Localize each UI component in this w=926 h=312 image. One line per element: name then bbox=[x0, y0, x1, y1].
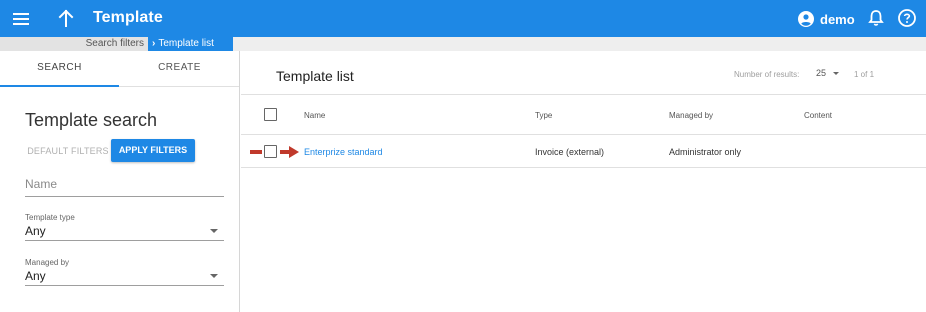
column-header-type[interactable]: Type bbox=[535, 111, 552, 120]
results-count-label: Number of results: bbox=[734, 70, 800, 79]
breadcrumb: Search filters › Template list bbox=[0, 37, 926, 51]
template-type-label: Template type bbox=[25, 213, 75, 222]
account-circle-icon bbox=[798, 11, 814, 27]
managed-by-value: Any bbox=[25, 269, 46, 283]
red-pointer-arrow-icon bbox=[250, 146, 299, 158]
template-type-value: Any bbox=[25, 224, 46, 238]
select-all-checkbox[interactable] bbox=[264, 108, 277, 121]
dropdown-caret-icon bbox=[833, 72, 840, 76]
bell-icon[interactable] bbox=[866, 8, 886, 28]
menu-icon[interactable] bbox=[13, 10, 31, 26]
list-title: Template list bbox=[276, 68, 354, 84]
managed-by-select[interactable]: Any bbox=[25, 268, 224, 286]
user-menu[interactable]: demo bbox=[798, 9, 855, 29]
table-row[interactable]: Enterprize standard Invoice (external) A… bbox=[241, 136, 926, 168]
column-header-name[interactable]: Name bbox=[304, 111, 325, 120]
column-header-content[interactable]: Content bbox=[804, 111, 832, 120]
user-name: demo bbox=[820, 11, 855, 27]
table-header: Name Type Managed by Content bbox=[241, 95, 926, 135]
panel-tabs: SEARCH CREATE bbox=[0, 51, 239, 87]
search-panel: SEARCH CREATE Template search DEFAULT FI… bbox=[0, 51, 240, 312]
help-circle-icon[interactable] bbox=[897, 8, 917, 28]
breadcrumb-template-list: › Template list bbox=[148, 37, 233, 51]
template-type-cell: Invoice (external) bbox=[535, 147, 605, 157]
column-header-managed-by[interactable]: Managed by bbox=[669, 111, 713, 120]
managed-by-label: Managed by bbox=[25, 258, 70, 267]
breadcrumb-search-filters[interactable]: Search filters bbox=[0, 37, 148, 51]
template-type-select[interactable]: Any bbox=[25, 223, 224, 241]
tab-create[interactable]: CREATE bbox=[120, 51, 239, 87]
template-list-panel: Template list Number of results: 25 1 of… bbox=[241, 51, 926, 312]
name-input[interactable] bbox=[25, 177, 224, 191]
pagination-label: 1 of 1 bbox=[854, 70, 875, 79]
apply-filters-button[interactable]: APPLY FILTERS bbox=[111, 139, 195, 162]
name-field[interactable] bbox=[25, 175, 224, 197]
breadcrumb-current-label: Template list bbox=[158, 38, 214, 49]
search-title: Template search bbox=[25, 110, 158, 130]
arrow-up-icon[interactable] bbox=[54, 6, 78, 30]
per-page-select[interactable]: 25 bbox=[816, 68, 840, 78]
tab-search[interactable]: SEARCH bbox=[0, 51, 119, 87]
default-filters-button[interactable]: DEFAULT FILTERS bbox=[25, 140, 111, 162]
page-title: Template bbox=[93, 9, 163, 26]
managed-by-cell: Administrator only bbox=[669, 147, 742, 157]
per-page-value: 25 bbox=[816, 68, 827, 78]
app-bar: Template demo bbox=[0, 0, 926, 37]
template-name-link[interactable]: Enterprize standard bbox=[304, 147, 383, 157]
chevron-right-icon: › bbox=[152, 38, 156, 49]
dropdown-caret-icon bbox=[210, 229, 218, 233]
dropdown-caret-icon bbox=[210, 274, 218, 278]
